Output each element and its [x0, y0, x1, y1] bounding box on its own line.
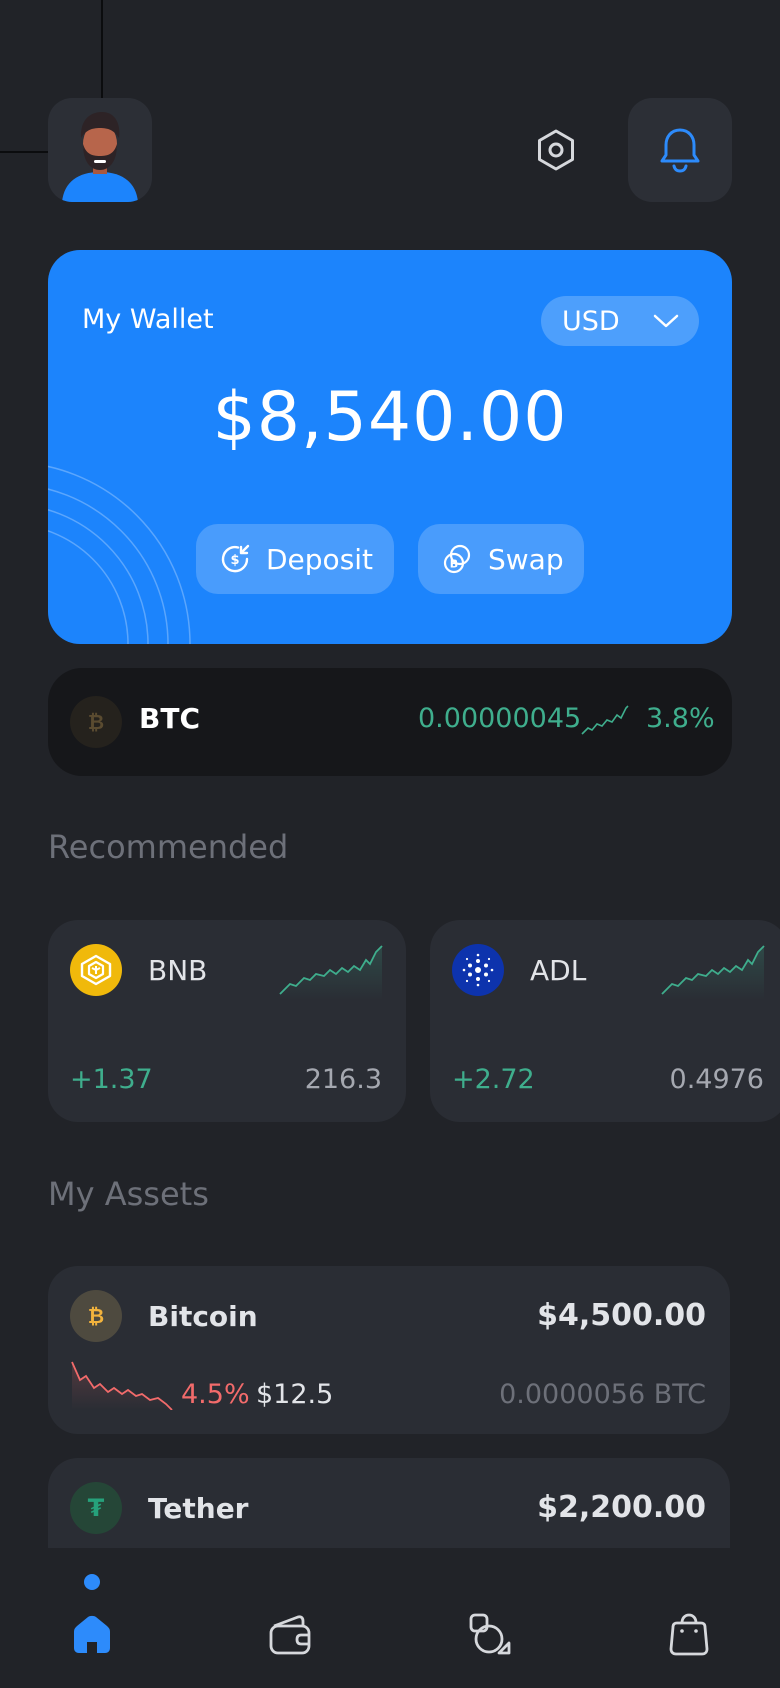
coin-sparkline	[661, 945, 765, 1000]
ticker-symbol: BTC	[139, 702, 200, 735]
asset-amount: 0.0000056 BTC	[499, 1379, 706, 1410]
guide-line-horizontal	[0, 151, 48, 153]
wallet-title: My Wallet	[82, 304, 214, 335]
asset-name: Bitcoin	[148, 1300, 258, 1333]
bottom-nav	[0, 1548, 780, 1688]
chevron-down-icon	[653, 314, 679, 328]
swap-label: Swap	[488, 542, 564, 576]
asset-price: $12.5	[256, 1379, 334, 1410]
bnb-coin-icon	[70, 944, 122, 996]
settings-button[interactable]	[516, 98, 596, 202]
swap-icon: B	[443, 544, 471, 574]
user-avatar-icon	[62, 112, 138, 202]
coin-sparkline	[279, 945, 383, 1000]
btc-ticker[interactable]: ₿ BTC 0.00000045 3.8%	[48, 668, 732, 776]
cardano-coin-icon	[452, 944, 504, 996]
ticker-value: 0.00000045	[418, 703, 582, 734]
bitcoin-icon: ₿	[70, 1290, 122, 1342]
shopping-bag-icon	[669, 1613, 709, 1656]
deposit-label: Deposit	[266, 542, 374, 576]
asset-change: 4.5%	[181, 1379, 250, 1410]
asset-value: $4,500.00	[537, 1298, 706, 1333]
active-indicator	[84, 1574, 100, 1590]
guide-line-vertical	[101, 0, 103, 98]
home-screen: My Wallet USD $8,540.00 $ Deposit B Swap	[0, 0, 780, 1688]
nav-home[interactable]	[62, 1604, 122, 1664]
my-assets-title: My Assets	[48, 1175, 209, 1213]
wallet-card: My Wallet USD $8,540.00 $ Deposit B Swap	[48, 250, 732, 644]
coin-change: +2.72	[452, 1064, 535, 1095]
home-icon	[74, 1615, 110, 1653]
coin-change: +1.37	[70, 1064, 153, 1095]
coin-price: 216.3	[304, 1064, 382, 1095]
svg-text:₮: ₮	[88, 1494, 105, 1522]
bitcoin-icon: ₿	[70, 696, 122, 748]
ticker-sparkline	[581, 705, 629, 735]
nav-markets[interactable]	[460, 1604, 520, 1664]
swap-button[interactable]: B Swap	[418, 524, 584, 594]
wallet-icon	[269, 1615, 311, 1655]
gear-icon	[538, 129, 574, 171]
svg-text:$: $	[230, 553, 239, 568]
svg-text:B: B	[450, 558, 458, 571]
wallet-balance: $8,540.00	[212, 378, 568, 457]
asset-sparkline	[71, 1361, 173, 1410]
avatar[interactable]	[48, 98, 152, 202]
deposit-icon: $	[221, 544, 250, 573]
coin-name: BNB	[148, 954, 208, 987]
svg-text:₿: ₿	[88, 710, 104, 734]
asset-value: $2,200.00	[537, 1490, 706, 1525]
recommended-title: Recommended	[48, 828, 289, 866]
coin-price: 0.4976	[669, 1064, 764, 1095]
currency-label: USD	[562, 305, 620, 337]
markets-icon	[469, 1613, 511, 1655]
nav-shop[interactable]	[659, 1604, 719, 1664]
asset-card[interactable]: ₿ Bitcoin $4,500.00 4.5% $12.5 0.0000056…	[48, 1266, 730, 1434]
recommended-card[interactable]: BNB +1.37 216.3	[48, 920, 406, 1122]
asset-name: Tether	[148, 1492, 249, 1525]
currency-dropdown[interactable]: USD	[541, 296, 699, 346]
notifications-button[interactable]	[628, 98, 732, 202]
bell-icon	[660, 128, 700, 173]
ticker-change: 3.8%	[646, 703, 715, 734]
tether-icon: ₮	[70, 1482, 122, 1534]
svg-text:₿: ₿	[88, 1304, 104, 1328]
deposit-button[interactable]: $ Deposit	[196, 524, 394, 594]
coin-name: ADL	[530, 954, 587, 987]
nav-wallet[interactable]	[261, 1604, 321, 1664]
recommended-card[interactable]: ADL +2.72 0.4976	[430, 920, 780, 1122]
